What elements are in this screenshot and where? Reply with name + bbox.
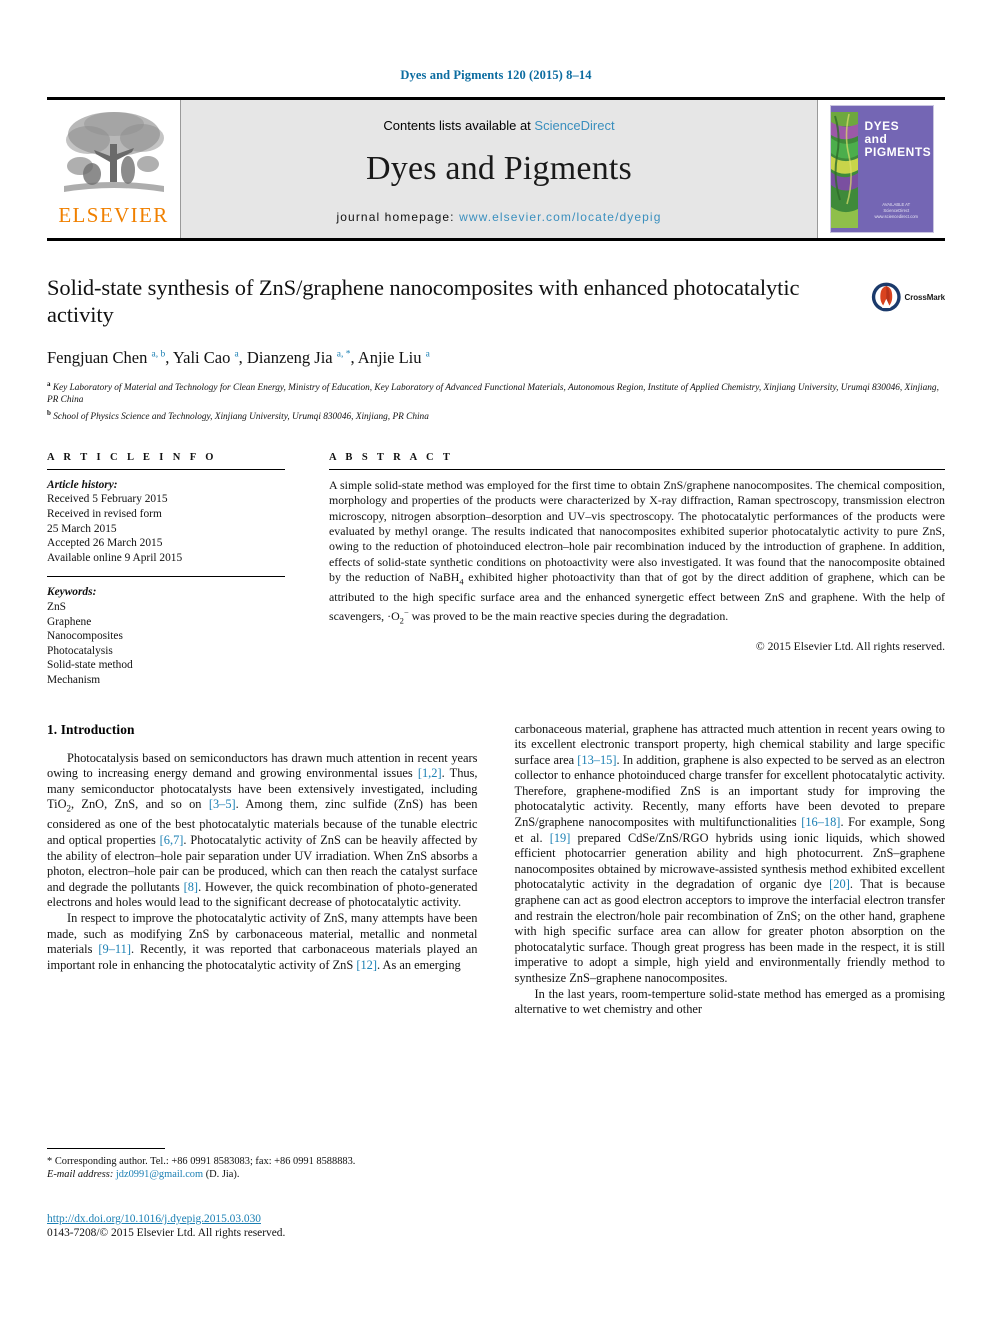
paragraph: In the last years, room-temperture solid… — [514, 986, 946, 1017]
author-list: Fengjuan Chen a, b, Yali Cao a, Dianzeng… — [47, 348, 430, 367]
keyword-item: Mechanism — [47, 673, 101, 686]
journal-title: Dyes and Pigments — [366, 150, 632, 187]
footnote-text: * Corresponding author. Tel.: +86 0991 8… — [47, 1155, 477, 1182]
abstract-rule — [329, 468, 945, 470]
keyword-item: Graphene — [47, 615, 92, 628]
body-right-column: carbonaceous material, graphene has attr… — [515, 722, 946, 1018]
history-item: Received in revised form — [47, 507, 162, 520]
cover-image: DYES and PIGMENTS AVAILABLE AT ScienceDi… — [829, 105, 934, 233]
running-head: Dyes and Pigments 120 (2015) 8–14 — [400, 68, 592, 82]
doi-link[interactable]: http://dx.doi.org/10.1016/j.dyepig.2015.… — [47, 1213, 477, 1225]
keyword-item: ZnS — [47, 600, 66, 613]
affiliation-a-text: Key Laboratory of Material and Technolog… — [47, 383, 939, 406]
email-link[interactable]: jdz0991@gmail.com — [116, 1169, 203, 1180]
journal-cover-thumbnail: DYES and PIGMENTS AVAILABLE AT ScienceDi… — [817, 100, 945, 238]
elsevier-tree-icon — [63, 112, 164, 192]
cover-footer: AVAILABLE AT ScienceDirect www.sciencedi… — [875, 202, 919, 220]
keywords-rule — [47, 576, 285, 578]
cover-title: DYES and PIGMENTS — [865, 120, 932, 159]
keyword-item: Nanocomposites — [47, 630, 123, 643]
paragraph: carbonaceous material, graphene has attr… — [514, 721, 946, 986]
info-abstract-row: A R T I C L E I N F O Article history: R… — [47, 452, 945, 688]
affiliation-b: b School of Physics Science and Technolo… — [47, 407, 945, 423]
body-columns: 1. Introduction Photocatalysis based on … — [47, 722, 945, 1018]
crossmark-label: CrossMark — [904, 292, 946, 302]
cover-foot-line3: www.sciencedirect.com — [874, 214, 919, 219]
footnote-marker: * — [47, 1156, 53, 1167]
keyword-item: Solid-state method — [47, 659, 133, 672]
keyword-item: Photocatalysis — [47, 644, 113, 657]
footnote-rule — [47, 1148, 165, 1149]
elsevier-logo: ELSEVIER — [47, 100, 181, 238]
article-history: Article history: Received 5 February 201… — [47, 478, 285, 566]
paragraph: Photocatalysis based on semiconductors h… — [47, 750, 478, 910]
journal-homepage-line: journal homepage: www.elsevier.com/locat… — [337, 210, 662, 224]
keywords-label: Keywords: — [47, 586, 97, 599]
paragraph: In respect to improve the photocatalytic… — [47, 910, 478, 972]
article-info-column: A R T I C L E I N F O Article history: R… — [47, 452, 285, 688]
article-first-page: Dyes and Pigments 120 (2015) 8–14 ELSEVI… — [0, 0, 992, 1323]
email-suffix: (D. Jia). — [205, 1169, 240, 1181]
abstract-text: A simple solid-state method was employed… — [329, 477, 945, 626]
issn-copyright-line: 0143-7208/© 2015 Elsevier Ltd. All right… — [47, 1227, 286, 1239]
abstract-heading: A B S T R A C T — [329, 451, 454, 463]
footnote-line1: Corresponding author. Tel.: +86 0991 858… — [54, 1156, 356, 1167]
corresponding-author-footnote: * Corresponding author. Tel.: +86 0991 8… — [47, 1148, 477, 1182]
affiliations: a Key Laboratory of Material and Technol… — [47, 378, 945, 423]
history-item: Available online 9 April 2015 — [47, 551, 183, 564]
history-item: Accepted 26 March 2015 — [47, 537, 163, 550]
masthead-center: Contents lists available at ScienceDirec… — [181, 100, 817, 238]
affiliation-b-text: School of Physics Science and Technology… — [53, 411, 429, 422]
history-item: Received 5 February 2015 — [47, 493, 168, 506]
article-info-heading: A R T I C L E I N F O — [47, 451, 217, 463]
article-history-label: Article history: — [47, 478, 118, 491]
history-item: 25 March 2015 — [47, 522, 117, 535]
affiliation-a-marker: a — [47, 380, 51, 388]
keywords-block: Keywords: ZnS Graphene Nanocomposites Ph… — [47, 585, 285, 687]
cover-artwork-icon — [830, 112, 858, 228]
body-left-column: 1. Introduction Photocatalysis based on … — [47, 722, 478, 1018]
section-heading-introduction: 1. Introduction — [47, 721, 135, 737]
crossmark-icon — [871, 282, 901, 312]
email-label: E-mail address: — [47, 1169, 114, 1181]
elsevier-wordmark: ELSEVIER — [58, 203, 169, 227]
cover-title-line3: PIGMENTS — [864, 145, 932, 159]
page-title: Solid-state synthesis of ZnS/graphene na… — [47, 275, 800, 327]
abstract-copyright: © 2015 Elsevier Ltd. All rights reserved… — [755, 640, 945, 654]
journal-masthead: ELSEVIER Contents lists available at Sci… — [47, 97, 945, 241]
doi-block: http://dx.doi.org/10.1016/j.dyepig.2015.… — [47, 1213, 477, 1239]
affiliation-a: a Key Laboratory of Material and Technol… — [47, 378, 945, 407]
contents-prefix: Contents lists available at — [383, 118, 535, 133]
crossmark-badge[interactable]: CrossMark — [871, 276, 945, 318]
contents-available-line: Contents lists available at ScienceDirec… — [383, 118, 614, 133]
article-info-rule — [47, 468, 285, 470]
homepage-label: journal homepage: — [336, 210, 455, 224]
title-block: Solid-state synthesis of ZnS/graphene na… — [47, 274, 945, 423]
sciencedirect-link[interactable]: ScienceDirect — [534, 118, 614, 133]
affiliation-b-marker: b — [47, 408, 51, 417]
abstract-column: A B S T R A C T A simple solid-state met… — [329, 452, 945, 688]
homepage-link[interactable]: www.elsevier.com/locate/dyepig — [459, 210, 661, 224]
